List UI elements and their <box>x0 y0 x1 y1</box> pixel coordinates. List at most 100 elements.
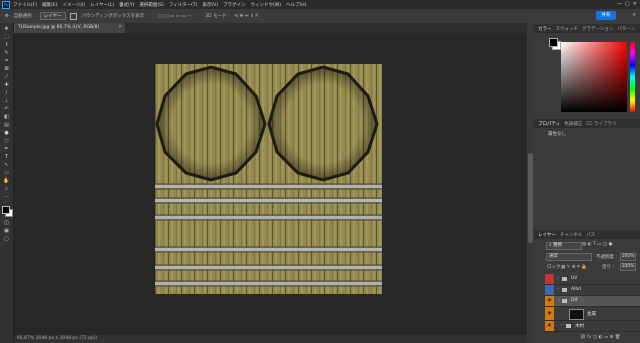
menu-select[interactable]: 選択範囲(S) <box>139 2 163 8</box>
tab-color[interactable]: カラー <box>538 26 552 32</box>
more-tools-icon[interactable]: ··· <box>3 195 10 200</box>
screen-mode-icon[interactable]: ▣ <box>3 229 10 234</box>
menu-plugins[interactable]: プラグイン <box>223 2 246 8</box>
edit-toolbar-icon[interactable]: ▢ <box>3 237 10 242</box>
document-tab[interactable]: TUSample.jpg @ 66.7% (UV, RGB/8) ✕ <box>15 23 125 33</box>
path-select-tool-icon[interactable]: ↖ <box>3 163 10 168</box>
blend-mode-dropdown[interactable]: 通常 <box>546 253 592 261</box>
tab-gradients[interactable]: グラデーション <box>582 26 613 32</box>
crop-tool-icon[interactable]: ⌗ <box>3 59 10 64</box>
close-icon[interactable]: ✕ <box>118 23 122 33</box>
menu-image[interactable]: イメージ(I) <box>62 2 85 8</box>
menu-bar: Ps ファイル(F) 編集(E) イメージ(I) レイヤー(L) 書式(Y) 選… <box>0 0 640 9</box>
tab-properties[interactable]: プロパティ <box>538 121 560 127</box>
dodge-tool-icon[interactable]: ○ <box>3 139 10 144</box>
menu-file[interactable]: ファイル(F) <box>13 2 37 8</box>
color-picker-field[interactable] <box>561 42 627 112</box>
blend-mode-value: 通常 <box>549 254 558 259</box>
auto-select-label: 自動選択 : <box>13 14 35 19</box>
menu-edit[interactable]: 編集(E) <box>42 2 57 8</box>
status-bar: 66.67% 2048 px x 2048 px (72 ppi) <box>14 335 527 343</box>
menu-type[interactable]: 書式(Y) <box>119 2 134 8</box>
layer-visibility-toggle[interactable] <box>545 285 554 295</box>
opacity-label: 不透明度 : <box>596 255 617 260</box>
marquee-tool-icon[interactable]: ⬚ <box>3 35 10 40</box>
blur-tool-icon[interactable]: ● <box>3 131 10 136</box>
healing-tool-icon[interactable]: ✚ <box>3 83 10 88</box>
fill-label: 塗り : <box>602 265 614 270</box>
hand-tool-icon[interactable]: ✋ <box>3 179 10 184</box>
bounding-box-label: バウンディングボックスを表示 <box>81 14 145 19</box>
zoom-tool-icon[interactable]: ⌕ <box>3 187 10 192</box>
chevron-right-icon[interactable]: › <box>561 323 563 328</box>
eyedropper-tool-icon[interactable]: ⁄ <box>3 75 10 80</box>
quick-mask-icon[interactable]: ◫ <box>3 221 10 226</box>
move-tool-icon[interactable]: ✥ <box>5 14 9 19</box>
stamp-tool-icon[interactable]: ⊥ <box>3 99 10 104</box>
auto-select-dropdown[interactable]: レイヤー <box>39 12 66 20</box>
chevron-down-icon[interactable]: ⌄ <box>557 298 561 303</box>
tab-patterns[interactable]: パターン <box>617 26 635 32</box>
layer-row-metal[interactable]: ◉ 金属 <box>545 307 640 321</box>
chevron-right-icon[interactable]: › <box>557 276 559 281</box>
search-icon[interactable]: ⌕ <box>633 11 636 19</box>
eye-icon[interactable]: ◉ <box>545 307 554 320</box>
layer-row-wood[interactable]: ◉ › 木材 <box>545 321 640 332</box>
tab-swatches[interactable]: スウォッチ <box>556 26 579 32</box>
menu-filter[interactable]: フィルター(T) <box>169 2 198 8</box>
lasso-tool-icon[interactable]: ℓ <box>3 43 10 48</box>
tab-cc-libraries[interactable]: CC ライブラリ <box>586 121 616 127</box>
scrollbar-thumb[interactable] <box>528 153 533 243</box>
shape-tool-icon[interactable]: ▭ <box>3 171 10 176</box>
chevron-right-icon[interactable]: › <box>557 287 559 292</box>
eye-icon[interactable]: ◉ <box>545 296 554 306</box>
foreground-color-swatch[interactable] <box>2 206 10 214</box>
opacity-input[interactable]: 100% <box>620 253 636 261</box>
menu-view[interactable]: 表示(V) <box>202 2 218 8</box>
menu-layer[interactable]: レイヤー(L) <box>90 2 114 8</box>
share-button[interactable]: 共有 <box>596 11 616 20</box>
vertical-scrollbar[interactable] <box>527 23 534 343</box>
layer-row-dif[interactable]: ◉ ⌄ DIF <box>545 296 640 307</box>
layers-panel-tabs: レイヤー チャンネル パス <box>534 230 640 239</box>
3d-mode-icons[interactable]: ⟲ ✥ ⇔ ⇕ ⇱ <box>234 14 259 19</box>
tab-paths[interactable]: パス <box>586 232 595 238</box>
document-canvas[interactable] <box>155 64 382 294</box>
color-panel-foreground-swatch[interactable] <box>549 38 558 47</box>
type-tool-icon[interactable]: T <box>3 155 10 160</box>
quick-select-tool-icon[interactable]: ✎ <box>3 51 10 56</box>
layer-thumbnail <box>569 309 584 320</box>
window-controls[interactable]: — ▢ ✕ <box>617 1 637 7</box>
search-icon: ⌕ <box>549 243 552 248</box>
layer-filter-icons[interactable]: ▨ ◐ T ▭ ◫ ● <box>582 242 613 247</box>
gradient-tool-icon[interactable]: ▤ <box>3 123 10 128</box>
color-panel-tabs: カラー スウォッチ グラデーション パターン <box>534 24 640 33</box>
menu-help[interactable]: ヘルプ(H) <box>286 2 306 8</box>
layer-name: Albd <box>571 287 582 292</box>
layer-visibility-toggle[interactable] <box>545 274 554 284</box>
eye-icon[interactable]: ◉ <box>545 321 554 331</box>
fill-input[interactable]: 100% <box>620 263 636 271</box>
layer-row-albd[interactable]: › Albd <box>545 285 640 296</box>
brush-tool-icon[interactable]: / <box>3 91 10 96</box>
tab-adjustments[interactable]: 色調補正 <box>564 121 582 127</box>
frame-tool-icon[interactable]: ⊠ <box>3 67 10 72</box>
lock-icons[interactable]: ▦ ✎ ✥ ⌗ 🔒 <box>561 264 587 270</box>
layer-filter-dropdown[interactable]: ⌕ 種類 <box>546 242 582 250</box>
folder-icon <box>562 277 567 281</box>
layer-actions-icons[interactable]: ⛓ fx ◫ ◐ ▭ ⊞ 🗑 <box>580 335 620 340</box>
align-icons[interactable]: ▯ ▯ ▯ ▭ ▭ ▭ ··· <box>158 14 191 19</box>
menu-window[interactable]: ウィンドウ(W) <box>251 2 281 8</box>
bounding-box-checkbox[interactable] <box>69 12 77 20</box>
history-brush-tool-icon[interactable]: ↶ <box>3 107 10 112</box>
folder-icon <box>566 324 571 328</box>
layer-row-uv[interactable]: › UV <box>545 274 640 285</box>
tab-layers[interactable]: レイヤー <box>538 232 556 238</box>
eraser-tool-icon[interactable]: ◧ <box>3 115 10 120</box>
move-tool-icon[interactable]: ✥ <box>3 27 10 32</box>
properties-panel-tabs: プロパティ 色調補正 CC ライブラリ <box>534 119 640 128</box>
pen-tool-icon[interactable]: ✒ <box>3 147 10 152</box>
tab-channels[interactable]: チャンネル <box>560 232 582 238</box>
hue-slider[interactable] <box>630 42 635 112</box>
layer-name: 金属 <box>587 312 596 317</box>
